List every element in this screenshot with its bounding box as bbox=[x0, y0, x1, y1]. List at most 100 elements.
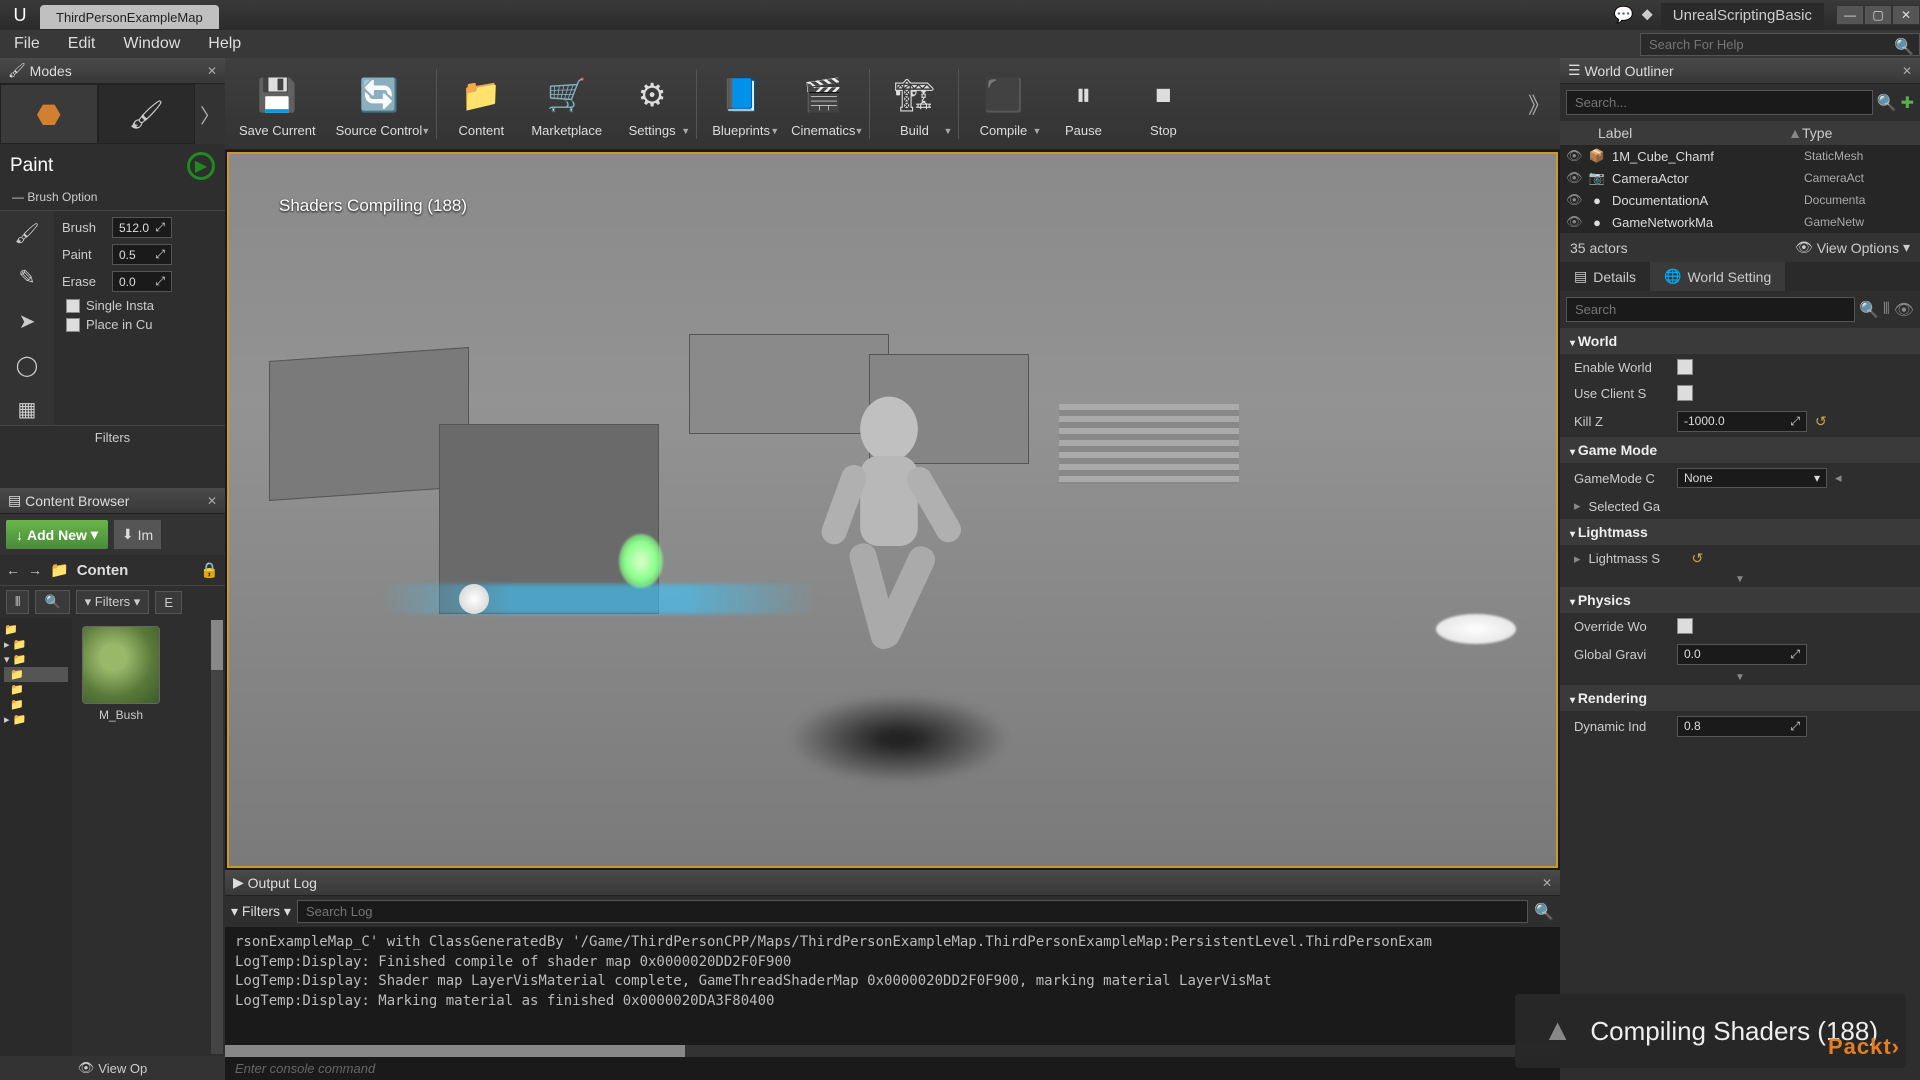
asset-item[interactable]: M_Bush bbox=[80, 626, 162, 722]
outliner-list[interactable]: 👁📦1M_Cube_ChamfStaticMesh👁📷CameraActorCa… bbox=[1560, 145, 1920, 233]
toolbar-marketplace-button[interactable]: 🛒Marketplace bbox=[521, 62, 612, 146]
add-new-button[interactable]: ↓ Add New ▾ bbox=[6, 520, 108, 549]
world-outliner-header[interactable]: ☰ World Outliner ✕ bbox=[1560, 58, 1920, 84]
modes-header[interactable]: 🖌 Modes ✕ bbox=[0, 58, 225, 84]
outliner-row[interactable]: 👁●GameNetworkMaGameNetw bbox=[1560, 211, 1920, 233]
toolbar-build-button[interactable]: 🏗Build▼ bbox=[874, 62, 954, 146]
close-button[interactable]: ✕ bbox=[1892, 5, 1920, 25]
notification-icon[interactable]: ⬥ bbox=[1642, 6, 1653, 24]
outliner-col-label[interactable]: Label bbox=[1568, 125, 1788, 141]
menu-file[interactable]: File bbox=[0, 30, 54, 58]
visibility-icon[interactable]: 👁 bbox=[1566, 148, 1582, 164]
use-client-checkbox[interactable] bbox=[1677, 385, 1693, 401]
outliner-row[interactable]: 👁●DocumentationADocumenta bbox=[1560, 189, 1920, 211]
maximize-button[interactable]: ▢ bbox=[1864, 5, 1892, 25]
modes-filters-label[interactable]: Filters bbox=[0, 425, 225, 449]
override-world-checkbox[interactable] bbox=[1677, 618, 1693, 634]
expand-button[interactable]: ▼ bbox=[1560, 572, 1920, 587]
place-in-current-checkbox[interactable] bbox=[66, 318, 80, 332]
mode-paint[interactable]: 🖌 bbox=[98, 84, 196, 144]
outliner-row[interactable]: 👁📦1M_Cube_ChamfStaticMesh bbox=[1560, 145, 1920, 167]
mode-place[interactable]: ⬣ bbox=[0, 84, 98, 144]
tab-details[interactable]: ▤Details bbox=[1560, 262, 1650, 291]
paint-toggle-button[interactable]: ▶ bbox=[187, 152, 215, 180]
cat-rendering[interactable]: Rendering bbox=[1560, 685, 1920, 711]
selected-gamemode-label[interactable]: Selected Ga bbox=[1589, 499, 1684, 514]
log-search-input[interactable] bbox=[297, 900, 1528, 923]
goto-button[interactable]: ◂ bbox=[1835, 470, 1842, 486]
cat-world[interactable]: World bbox=[1560, 328, 1920, 354]
toolbar-content-button[interactable]: 📁Content bbox=[441, 62, 521, 146]
toolbar-pause-button[interactable]: ⏸Pause bbox=[1043, 62, 1123, 146]
expand-button[interactable]: ▼ bbox=[1560, 670, 1920, 685]
outliner-search-input[interactable] bbox=[1566, 90, 1873, 115]
single-instance-checkbox[interactable] bbox=[66, 299, 80, 313]
menu-window[interactable]: Window bbox=[109, 30, 194, 58]
toolbar-stop-button[interactable]: ⏹Stop bbox=[1123, 62, 1203, 146]
kill-z-input[interactable]: -1000.0⤢ bbox=[1677, 411, 1807, 432]
close-icon[interactable]: ✕ bbox=[207, 494, 217, 508]
cat-gamemode[interactable]: Game Mode bbox=[1560, 437, 1920, 463]
brush-size-input[interactable]: 512.0⤢ bbox=[112, 217, 172, 238]
reset-button[interactable]: ↺ bbox=[1815, 413, 1827, 430]
clone-tool-icon[interactable]: ✎ bbox=[11, 261, 43, 293]
document-tab[interactable]: ThirdPersonExampleMap bbox=[40, 5, 219, 29]
scrollbar[interactable] bbox=[225, 1045, 1560, 1057]
search-help-input[interactable] bbox=[1640, 33, 1920, 56]
gamemode-select[interactable]: None▾ bbox=[1677, 468, 1827, 488]
details-search-input[interactable] bbox=[1566, 297, 1855, 322]
visibility-icon[interactable]: 👁 bbox=[1566, 192, 1582, 208]
global-gravity-input[interactable]: 0.0⤢ bbox=[1677, 644, 1807, 665]
cat-physics[interactable]: Physics bbox=[1560, 587, 1920, 613]
view-options-button[interactable]: View Op bbox=[98, 1061, 147, 1076]
nav-back-button[interactable]: ← bbox=[6, 562, 20, 578]
modes-more[interactable]: 〉 bbox=[195, 84, 225, 144]
view-mode-button[interactable]: ⫴ bbox=[1883, 301, 1890, 319]
cat-lightmass[interactable]: Lightmass bbox=[1560, 519, 1920, 545]
filters-button[interactable]: ▾ Filters ▾ bbox=[76, 590, 150, 614]
toolbar-settings-button[interactable]: ⚙Settings▼ bbox=[612, 62, 692, 146]
menu-edit[interactable]: Edit bbox=[54, 30, 110, 58]
toolbar-source-control-button[interactable]: 🔄Source Control▼ bbox=[326, 62, 433, 146]
toolbar-save-current-button[interactable]: 💾Save Current bbox=[229, 62, 326, 146]
nav-forward-button[interactable]: → bbox=[28, 562, 42, 578]
outliner-row[interactable]: 👁📷CameraActorCameraAct bbox=[1560, 167, 1920, 189]
lasso-tool-icon[interactable]: ◯ bbox=[11, 349, 43, 381]
scrollbar[interactable] bbox=[211, 620, 223, 1054]
outliner-col-type[interactable]: Type bbox=[1802, 125, 1912, 141]
paint-strength-input[interactable]: 0.5⤢ bbox=[112, 244, 172, 265]
tab-world-settings[interactable]: 🌐World Setting bbox=[1650, 262, 1785, 291]
eye-icon[interactable]: 👁 bbox=[1894, 300, 1914, 320]
console-input[interactable]: Enter console command bbox=[225, 1057, 1560, 1080]
viewport[interactable]: Shaders Compiling (188) bbox=[227, 152, 1558, 868]
toolbar-compile-button[interactable]: ⬛Compile▼ bbox=[963, 62, 1043, 146]
toolbar-cinematics-button[interactable]: 🎬Cinematics▼ bbox=[781, 62, 865, 146]
import-button[interactable]: ⬇ Im bbox=[114, 520, 161, 549]
enable-world-checkbox[interactable] bbox=[1677, 359, 1693, 375]
visibility-icon[interactable]: 👁 bbox=[1566, 170, 1582, 186]
cursor-tool-icon[interactable]: ➤ bbox=[11, 305, 43, 337]
content-browser-header[interactable]: ▤ Content Browser ✕ bbox=[0, 488, 225, 514]
fill-tool-icon[interactable]: ▦ bbox=[11, 393, 43, 425]
search-button[interactable]: 🔍 bbox=[35, 590, 69, 614]
breadcrumb[interactable]: Conten bbox=[77, 562, 129, 579]
chat-icon[interactable]: 💬 bbox=[1614, 5, 1634, 25]
tag-filter-button[interactable]: E bbox=[155, 591, 182, 614]
visibility-icon[interactable]: 👁 bbox=[1566, 214, 1582, 230]
close-icon[interactable]: ✕ bbox=[1542, 876, 1552, 890]
lock-icon[interactable]: 🔒 bbox=[200, 561, 219, 579]
toolbar-overflow[interactable]: 》 bbox=[1522, 88, 1556, 120]
menu-help[interactable]: Help bbox=[194, 30, 255, 58]
erase-strength-input[interactable]: 0.0⤢ bbox=[112, 271, 172, 292]
output-log-header[interactable]: ▶ Output Log ✕ bbox=[225, 870, 1560, 896]
reset-button[interactable]: ↺ bbox=[1692, 550, 1704, 567]
toolbar-blueprints-button[interactable]: 📘Blueprints▼ bbox=[701, 62, 781, 146]
close-icon[interactable]: ✕ bbox=[1902, 64, 1912, 78]
log-filters-button[interactable]: ▾ Filters ▾ bbox=[231, 903, 291, 920]
lightmass-settings-label[interactable]: Lightmass S bbox=[1589, 551, 1684, 566]
log-output[interactable]: rsonExampleMap_C' with ClassGeneratedBy … bbox=[225, 927, 1560, 1045]
close-icon[interactable]: ✕ bbox=[207, 64, 217, 78]
dynamic-indirect-input[interactable]: 0.8⤢ bbox=[1677, 716, 1807, 737]
sort-icon[interactable]: ▲ bbox=[1788, 125, 1802, 141]
search-help[interactable]: 🔍 bbox=[1640, 33, 1920, 56]
